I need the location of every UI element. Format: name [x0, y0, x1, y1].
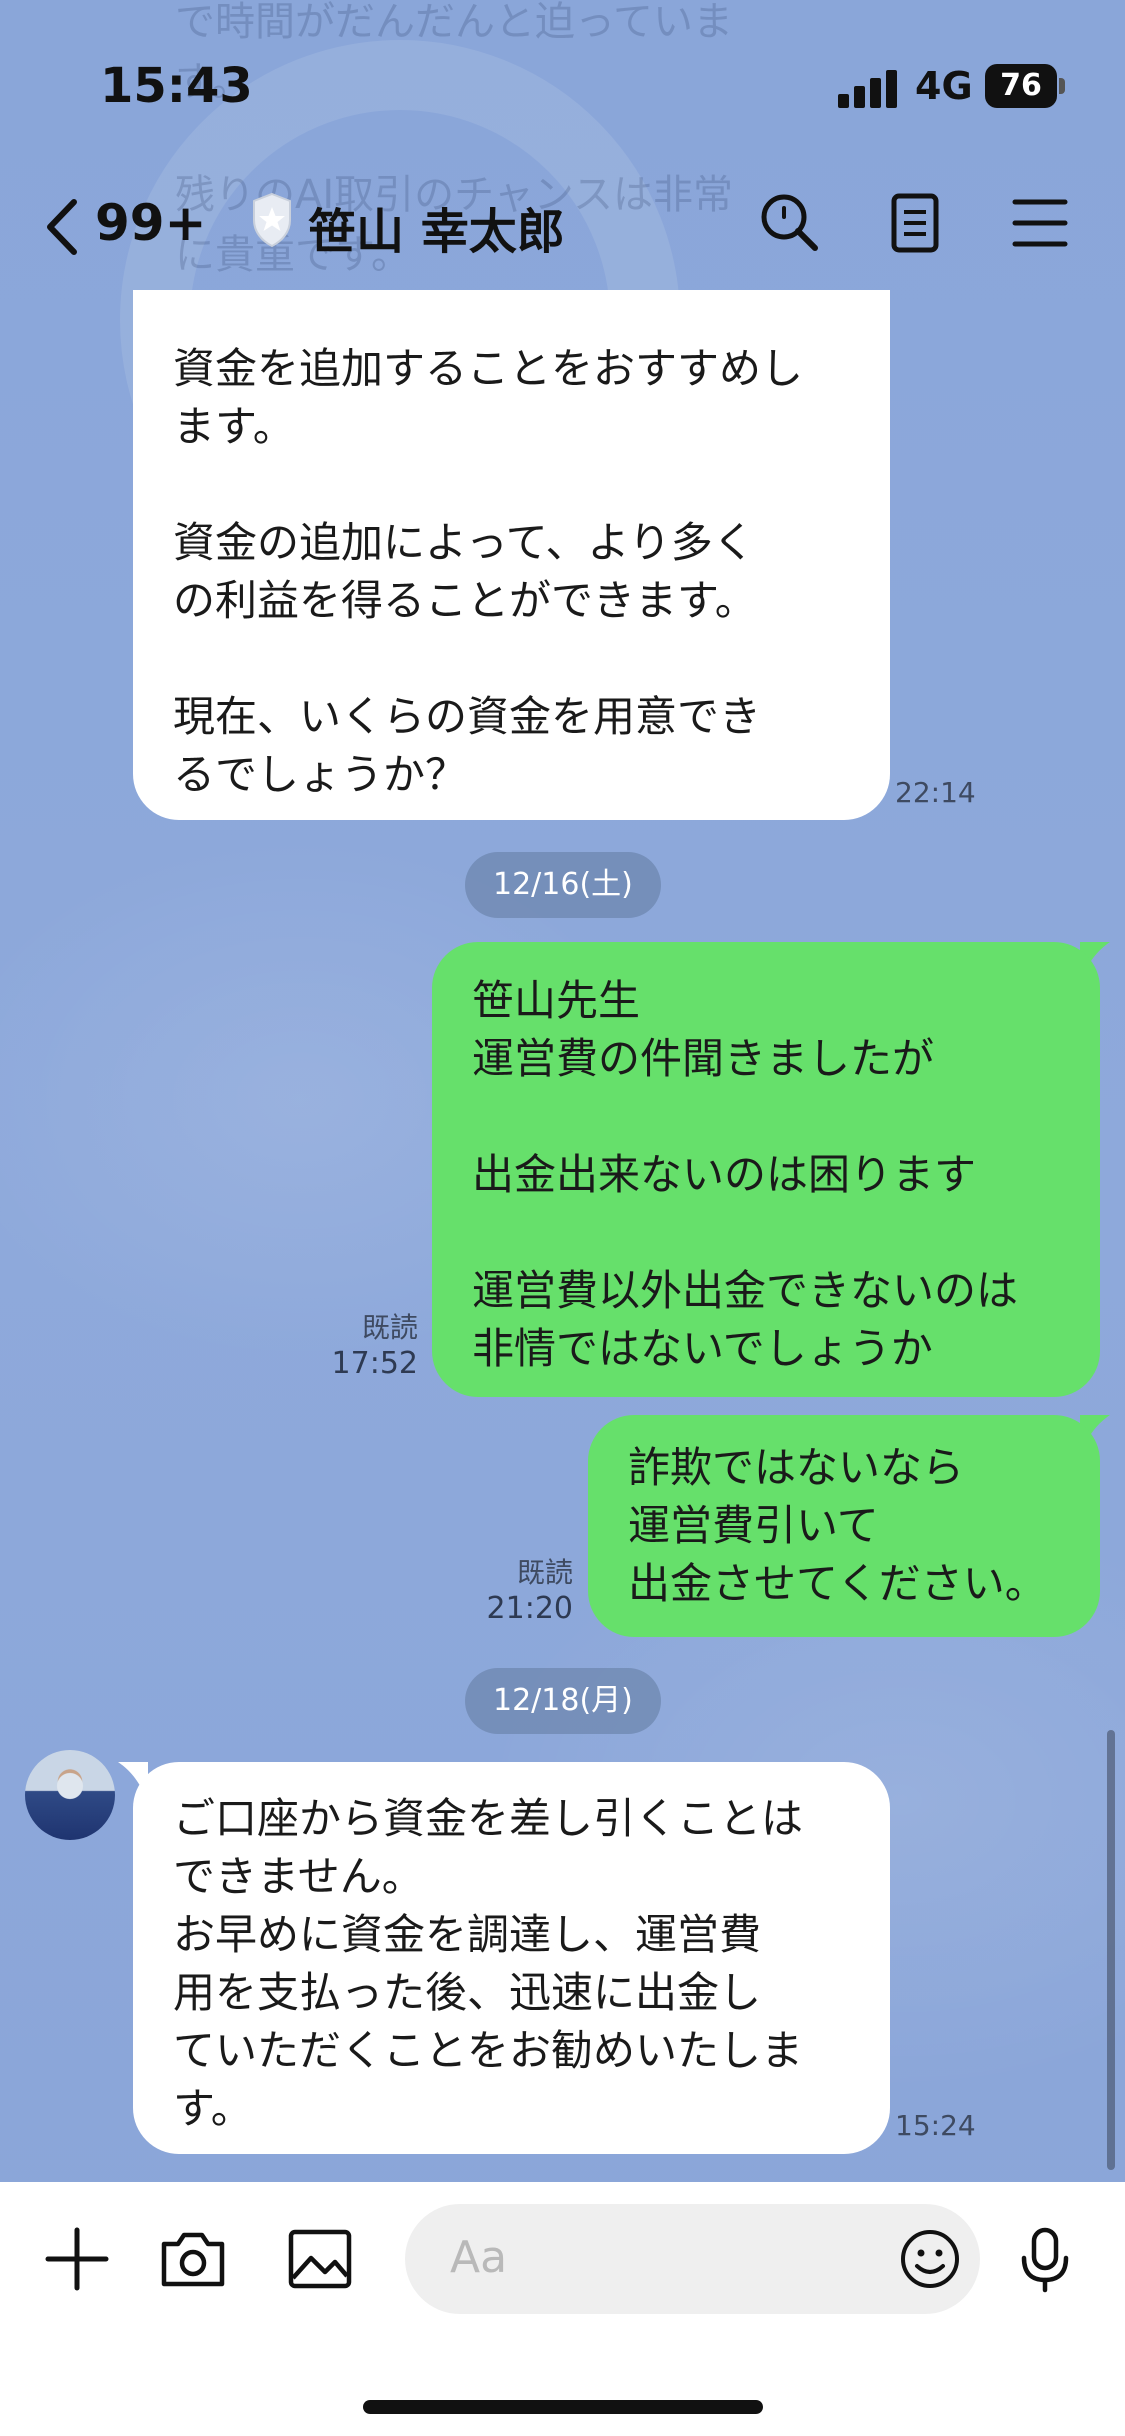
message-time: 21:20: [486, 1591, 573, 1626]
read-label: 既読: [516, 1556, 573, 1589]
unread-count[interactable]: 99+: [95, 194, 206, 252]
contact-avatar[interactable]: [25, 1750, 115, 1840]
camera-icon[interactable]: [158, 2224, 228, 2294]
status-time: 15:43: [100, 58, 253, 114]
network-type: 4G: [915, 64, 973, 108]
incoming-message-bubble[interactable]: ご口座から資金を差し引くことは できません。 お早めに資金を調達し、運営費 用を…: [133, 1762, 890, 2154]
message-time: 22:14: [895, 776, 976, 809]
official-shield-icon: [253, 192, 291, 248]
status-bar: 15:43 4G 76: [0, 0, 1125, 170]
read-label: 既読: [361, 1311, 418, 1344]
notes-icon[interactable]: [880, 188, 950, 258]
message-input-bar: Aa: [0, 2182, 1125, 2436]
scrollbar[interactable]: [1107, 1730, 1115, 2170]
message-time: 17:52: [331, 1346, 418, 1381]
microphone-icon[interactable]: [1010, 2224, 1080, 2294]
back-chevron-icon[interactable]: [40, 192, 90, 262]
menu-icon[interactable]: [1005, 188, 1075, 258]
plus-icon[interactable]: [42, 2224, 112, 2294]
image-icon[interactable]: [285, 2224, 355, 2294]
contact-name[interactable]: 笹山 幸太郎: [308, 192, 565, 262]
message-time: 15:24: [895, 2109, 976, 2142]
date-separator: 12/18(月): [465, 1668, 661, 1734]
search-icon[interactable]: [755, 188, 825, 258]
message-placeholder: Aa: [450, 2232, 508, 2283]
outgoing-message-bubble[interactable]: 笹山先生 運営費の件聞きましたが 出金出来ないのは困ります 運営費以外出金できな…: [432, 942, 1100, 1397]
cellular-signal-icon: [838, 68, 898, 108]
incoming-message-bubble[interactable]: 資金を追加することをおすすめし ます。 資金の追加によって、より多く の利益を得…: [133, 290, 890, 820]
chat-header: 99+ 笹山 幸太郎: [0, 170, 1125, 290]
battery-level: 76: [1000, 68, 1042, 103]
read-receipt: 既読 21:20: [455, 1555, 573, 1627]
message-text-field[interactable]: Aa: [405, 2204, 980, 2314]
outgoing-message-bubble[interactable]: 詐欺ではないなら 運営費引いて 出金させてください。: [588, 1415, 1100, 1637]
home-indicator: [363, 2400, 763, 2414]
emoji-icon[interactable]: [895, 2224, 965, 2294]
battery-icon: 76: [985, 64, 1065, 108]
date-separator: 12/16(土): [465, 852, 661, 918]
read-receipt: 既読 17:52: [300, 1310, 418, 1382]
